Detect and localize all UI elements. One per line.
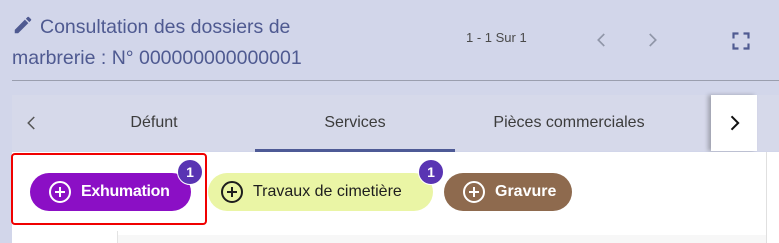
table-header-area xyxy=(118,235,766,243)
tab-defunt[interactable]: Défunt xyxy=(54,95,254,151)
pager-prev-button[interactable] xyxy=(588,26,616,54)
tab-pieces-commerciales[interactable]: Pièces commerciales xyxy=(467,95,671,151)
pencil-icon[interactable] xyxy=(12,14,34,44)
fullscreen-icon xyxy=(732,32,750,50)
page-title-text: Consultation des dossiers de marbrerie :… xyxy=(12,16,302,69)
page-title: Consultation des dossiers de marbrerie :… xyxy=(12,13,372,72)
header-divider xyxy=(12,80,779,81)
service-chip-label: Travaux de cimetière xyxy=(253,183,402,200)
service-chip-gravure[interactable]: Gravure xyxy=(444,173,572,211)
service-chip-exhumation[interactable]: Exhumation xyxy=(30,173,191,211)
add-circle-icon xyxy=(49,181,71,203)
add-circle-icon xyxy=(221,181,243,203)
chevron-left-icon xyxy=(597,33,605,47)
pager-next-button[interactable] xyxy=(638,26,666,54)
service-chip-label: Gravure xyxy=(495,183,557,200)
chevron-right-icon xyxy=(649,33,657,47)
add-circle-icon xyxy=(463,181,485,203)
chevron-right-icon xyxy=(730,115,740,131)
tabs-bar: Défunt Services Pièces commerciales xyxy=(12,95,779,152)
tabs-scroll-right-button[interactable] xyxy=(711,95,757,151)
panel-border xyxy=(766,152,767,243)
service-chip-travaux-de-cimetiere[interactable]: Travaux de cimetière xyxy=(208,173,433,211)
tab-services[interactable]: Services xyxy=(255,95,455,151)
tabs-scroll-left-button[interactable] xyxy=(12,95,52,151)
fullscreen-button[interactable] xyxy=(728,28,754,54)
count-badge: 1 xyxy=(418,159,444,185)
chevron-left-icon xyxy=(27,116,35,130)
pager-status: 1 - 1 Sur 1 xyxy=(466,30,527,45)
service-chip-label: Exhumation xyxy=(81,183,170,200)
count-badge: 1 xyxy=(177,159,203,185)
